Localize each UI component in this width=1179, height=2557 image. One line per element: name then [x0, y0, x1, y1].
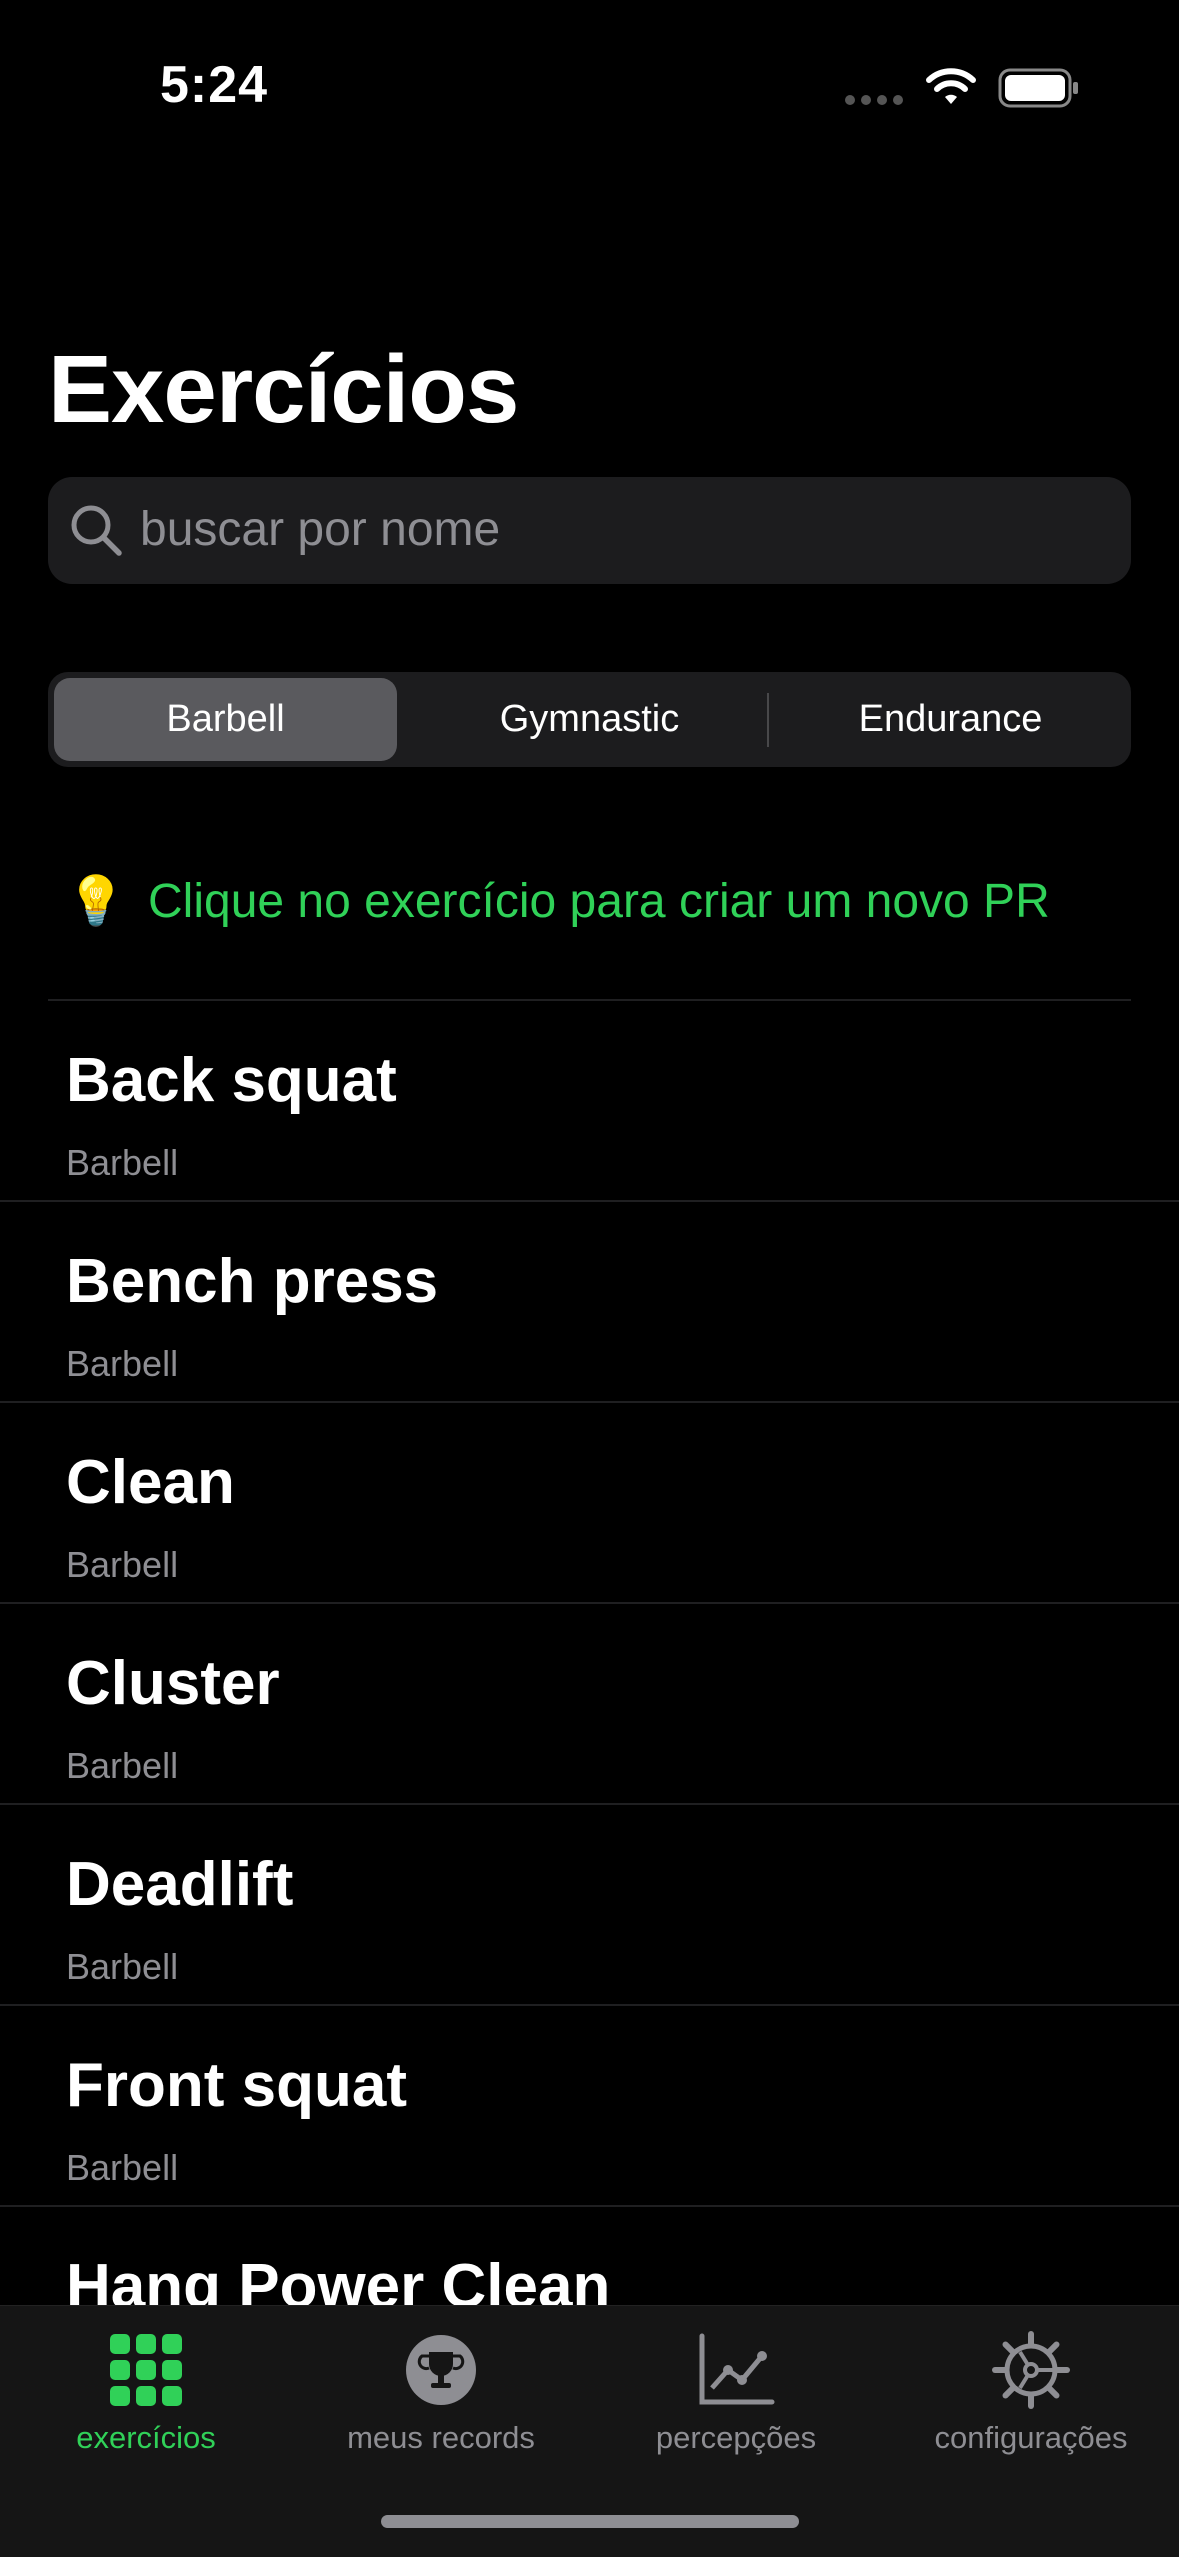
exercise-name: Clean	[66, 1448, 235, 1517]
page-title: Exercícios	[48, 336, 519, 443]
exercise-category: Barbell	[66, 1142, 179, 1183]
exercise-category: Barbell	[66, 1745, 179, 1786]
exercise-name: Cluster	[66, 1649, 280, 1718]
category-segmented-control: Barbell Gymnastic Endurance	[48, 672, 1131, 767]
line-chart-icon	[699, 2333, 775, 2405]
segment-divider	[767, 693, 769, 747]
exercise-row[interactable]: Deadlift Barbell	[0, 1805, 1179, 2006]
cellular-signal-icon	[845, 95, 905, 105]
segment-barbell[interactable]: Barbell	[54, 678, 397, 761]
battery-icon	[998, 68, 1078, 108]
exercise-name: Front squat	[66, 2051, 407, 2120]
exercise-row[interactable]: Bench press Barbell	[0, 1202, 1179, 1403]
segment-gymnastic[interactable]: Gymnastic	[409, 672, 770, 767]
tab-percepcoes[interactable]: percepções	[606, 2320, 866, 2460]
search-placeholder: buscar por nome	[140, 503, 501, 556]
exercise-name: Back squat	[66, 1046, 397, 1115]
tab-label: meus records	[347, 2420, 535, 2455]
tab-exercicios[interactable]: exercícios	[16, 2320, 276, 2460]
tab-meus-records[interactable]: meus records	[311, 2320, 571, 2460]
exercise-category: Barbell	[66, 1946, 179, 1987]
wifi-icon	[926, 68, 976, 104]
status-time: 5:24	[160, 56, 269, 114]
hint-text: Clique no exercício para criar um novo P…	[148, 875, 1050, 928]
search-icon	[71, 505, 122, 556]
tab-label: exercícios	[76, 2420, 216, 2455]
home-indicator	[381, 2515, 799, 2528]
lightbulb-icon: 💡	[66, 875, 126, 928]
exercise-category: Barbell	[66, 1544, 179, 1585]
exercise-row[interactable]: Back squat Barbell	[0, 1001, 1179, 1202]
segment-endurance[interactable]: Endurance	[770, 672, 1131, 767]
exercise-row[interactable]: Clean Barbell	[0, 1403, 1179, 1604]
exercise-name: Bench press	[66, 1247, 439, 1316]
trophy-icon	[406, 2335, 476, 2405]
exercise-name: Deadlift	[66, 1850, 294, 1919]
tab-configuracoes[interactable]: configurações	[901, 2320, 1161, 2460]
tab-label: percepções	[655, 2420, 817, 2455]
gear-icon	[992, 2331, 1070, 2409]
exercise-row[interactable]: Cluster Barbell	[0, 1604, 1179, 1805]
grid-icon	[110, 2334, 182, 2406]
exercise-category: Barbell	[66, 2147, 179, 2188]
tab-label: configurações	[934, 2420, 1128, 2455]
exercise-row[interactable]: Front squat Barbell	[0, 2006, 1179, 2207]
exercise-category: Barbell	[66, 1343, 179, 1384]
